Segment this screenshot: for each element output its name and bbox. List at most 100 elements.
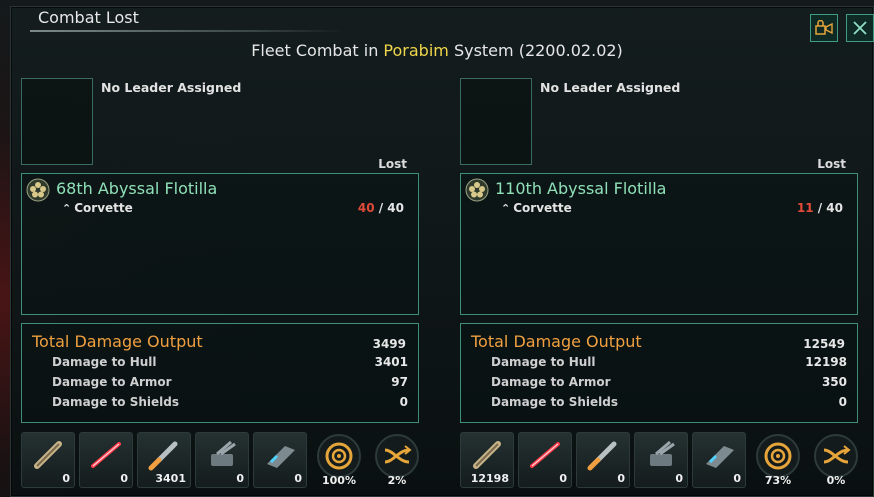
damage-title: Total Damage Output (32, 332, 203, 351)
damage-output-box: Total Damage Output 3499 Damage to Hull 3… (21, 323, 419, 423)
weapon-slot-strike-craft[interactable]: 0 (692, 432, 746, 488)
window-title: Combat Lost (38, 8, 139, 27)
attacker-side: No Leader Assigned Lost 68th Abyssal Flo… (21, 78, 419, 488)
subtitle-suffix: System (2200.02.02) (448, 41, 623, 60)
damage-value: 97 (391, 375, 408, 389)
point-defense-turret-icon (650, 440, 675, 466)
weapon-slot-missile[interactable]: 3401 (137, 432, 191, 488)
damage-shields-row: Damage to Shields 0 (52, 395, 408, 409)
evasion-icon (384, 445, 412, 464)
weapon-slot-turret[interactable]: 0 (634, 432, 688, 488)
fleet-name[interactable]: 68th Abyssal Flotilla (56, 179, 217, 198)
evasion-stat[interactable] (375, 434, 419, 478)
weapon-slot-laser[interactable]: 0 (518, 432, 572, 488)
weapon-damage: 12198 (470, 472, 509, 485)
weapon-damage: 0 (120, 472, 128, 485)
ships-lost: 11 (796, 201, 814, 215)
damage-hull-row: Damage to Hull 3401 (52, 355, 408, 369)
subtitle-prefix: Fleet Combat in (251, 41, 384, 60)
ship-count: 11 / 40 (797, 201, 843, 215)
ship-count: 40 / 40 (358, 201, 404, 215)
strike-craft-icon (706, 446, 734, 468)
system-link[interactable]: Porabim (383, 41, 448, 60)
damage-label: Damage to Armor (52, 375, 172, 389)
lost-column-header: Lost (378, 157, 407, 171)
weapon-slot-missile[interactable]: 0 (576, 432, 630, 488)
hit-chance-stat[interactable] (756, 434, 800, 478)
fleet-emblem-icon (26, 178, 50, 202)
lost-column-header: Lost (817, 157, 846, 171)
hit-chance-stat[interactable] (317, 434, 361, 478)
weapon-breakdown: 12198 0 0 0 0 73% 0% (460, 432, 858, 488)
fleet-emblem-icon (465, 178, 489, 202)
close-button[interactable] (846, 14, 874, 42)
target-hit-chance-icon (764, 442, 792, 470)
ships-lost: 40 (357, 201, 375, 215)
close-icon (853, 21, 867, 35)
ships-total: / 40 (378, 201, 404, 215)
damage-value: 0 (838, 395, 847, 409)
damage-label: Damage to Armor (491, 375, 611, 389)
ship-class-row: ⌃ Corvette (62, 201, 133, 215)
ship-class-label: Corvette (74, 201, 133, 215)
mass-driver-icon (34, 441, 62, 469)
weapon-damage: 0 (294, 472, 302, 485)
combat-subtitle: Fleet Combat in Porabim System (2200.02.… (0, 41, 874, 60)
weapon-slot-laser[interactable]: 0 (79, 432, 133, 488)
weapon-slot-strike-craft[interactable]: 0 (253, 432, 307, 488)
ship-class-row: ⌃ Corvette (501, 201, 572, 215)
mass-driver-icon (473, 441, 501, 469)
leader-portrait[interactable] (460, 78, 532, 165)
damage-value: 3401 (374, 355, 408, 369)
damage-output-box: Total Damage Output 12549 Damage to Hull… (460, 323, 858, 423)
corvette-rank-icon: ⌃ (62, 202, 72, 215)
red-laser-icon (91, 442, 121, 468)
hit-chance-value: 73% (764, 474, 792, 487)
evasion-value: 0% (826, 474, 846, 487)
leader-name: No Leader Assigned (101, 80, 242, 95)
evasion-stat[interactable] (814, 434, 858, 478)
fleet-box: 110th Abyssal Flotilla ⌃ Corvette 11 / 40 (460, 173, 858, 315)
damage-hull-row: Damage to Hull 12198 (491, 355, 847, 369)
damage-value: 12198 (805, 355, 847, 369)
weapon-slot-turret[interactable]: 0 (195, 432, 249, 488)
defender-side: No Leader Assigned Lost 110th Abyssal Fl… (460, 78, 858, 488)
weapon-slot-mass-driver[interactable]: 12198 (460, 432, 514, 488)
weapon-slot-mass-driver[interactable]: 0 (21, 432, 75, 488)
weapon-damage: 0 (559, 472, 567, 485)
damage-label: Damage to Hull (491, 355, 596, 369)
point-defense-turret-icon (211, 440, 236, 466)
hit-chance-value: 100% (322, 474, 356, 487)
strike-craft-icon (267, 446, 295, 468)
title-bar: Combat Lost (10, 0, 874, 42)
damage-shields-row: Damage to Shields 0 (491, 395, 847, 409)
damage-value: 0 (399, 395, 408, 409)
weapon-damage: 0 (733, 472, 741, 485)
weapon-damage: 0 (617, 472, 625, 485)
red-laser-icon (530, 442, 560, 468)
damage-total: 3499 (372, 337, 406, 351)
fleet-name[interactable]: 110th Abyssal Flotilla (495, 179, 666, 198)
damage-total: 12549 (803, 337, 845, 351)
leader-portrait[interactable] (21, 78, 93, 165)
weapon-damage: 0 (62, 472, 70, 485)
damage-label: Damage to Hull (52, 355, 157, 369)
locate-combat-button[interactable] (810, 14, 838, 42)
damage-armor-row: Damage to Armor 350 (491, 375, 847, 389)
damage-armor-row: Damage to Armor 97 (52, 375, 408, 389)
missile-icon (148, 441, 178, 471)
evasion-value: 2% (387, 474, 407, 487)
weapon-damage: 3401 (155, 472, 186, 485)
evasion-icon (823, 445, 851, 464)
damage-label: Damage to Shields (52, 395, 180, 409)
ships-total: / 40 (817, 201, 843, 215)
weapon-damage: 0 (236, 472, 244, 485)
camera-locate-icon (815, 20, 833, 35)
corvette-rank-icon: ⌃ (501, 202, 511, 215)
weapon-breakdown: 0 0 3401 0 0 100% 2% (21, 432, 419, 488)
leader-name: No Leader Assigned (540, 80, 681, 95)
title-underline (30, 30, 345, 32)
damage-label: Damage to Shields (491, 395, 619, 409)
fleet-box: 68th Abyssal Flotilla ⌃ Corvette 40 / 40 (21, 173, 419, 315)
target-hit-chance-icon (325, 442, 353, 470)
